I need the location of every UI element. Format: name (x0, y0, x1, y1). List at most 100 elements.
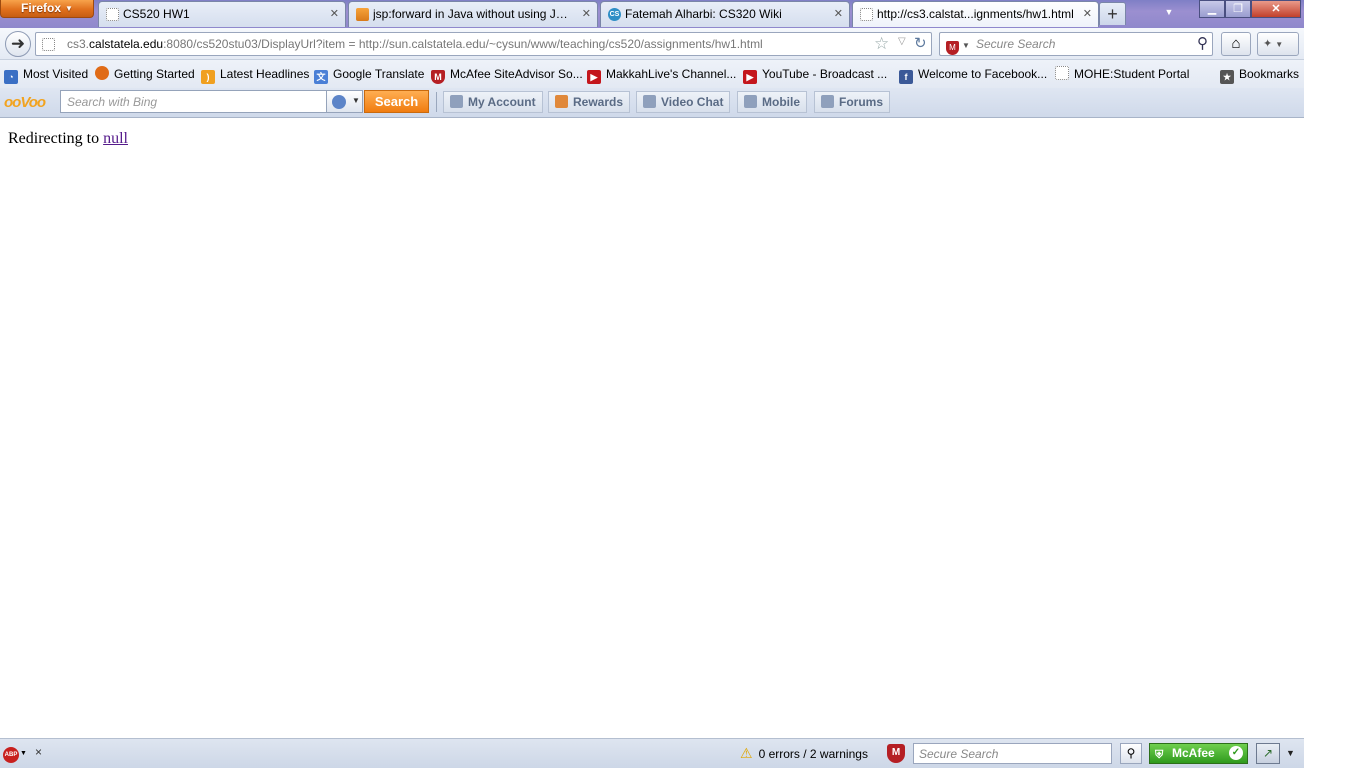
list-all-tabs-icon[interactable]: ▼ (1160, 4, 1178, 20)
status-search-input[interactable]: Secure Search (913, 743, 1112, 764)
search-provider-button[interactable]: ▼ (327, 90, 363, 113)
search-bar[interactable]: M ▼ Secure Search ⚲ (939, 32, 1213, 56)
bookmarks-toolbar: ◔ Most Visited Getting Started ) Latest He… (0, 60, 1304, 88)
share-button[interactable]: ↗ (1256, 743, 1280, 764)
minimize-button[interactable]: ▁ (1199, 0, 1225, 18)
tab-title: Fatemah Alharbi: CS320 Wiki (625, 7, 782, 21)
bookmarks-menu-button[interactable]: ★ Bookmarks (1220, 66, 1299, 84)
bing-search-button[interactable]: Search (364, 90, 429, 113)
chevron-down-icon: ▼ (1275, 40, 1284, 49)
translate-icon: 文 (314, 70, 328, 84)
bookmark-label: Most Visited (23, 67, 89, 81)
blank-page-icon (1055, 66, 1069, 80)
my-account-button[interactable]: My Account (443, 91, 543, 113)
url-path: :8080/cs520stu03/DisplayUrl?item = http:… (163, 37, 763, 51)
restore-button[interactable]: ❐ (1225, 0, 1251, 18)
history-dropdown-icon[interactable]: ▽ (898, 36, 906, 47)
status-search-button[interactable]: ⚲ (1120, 743, 1142, 764)
new-tab-button[interactable]: + (1099, 2, 1126, 25)
account-icon (450, 95, 463, 108)
bookmark-getting-started[interactable]: Getting Started (95, 66, 195, 82)
redirect-link[interactable]: null (103, 130, 128, 147)
tab-cs320-wiki[interactable]: CS Fatemah Alharbi: CS320 Wiki ✕ (600, 1, 850, 27)
error-console-status[interactable]: ⚠ 0 errors / 2 warnings (740, 745, 868, 762)
search-placeholder: Secure Search (976, 37, 1056, 51)
mcafee-shield-icon[interactable]: M (887, 744, 905, 763)
tab-title: jsp:forward in Java without using JSP ..… (373, 7, 575, 21)
url-text[interactable]: cs3.calstatela.edu:8080/cs520stu03/Displ… (67, 37, 763, 51)
rewards-button[interactable]: Rewards (548, 91, 631, 113)
close-tab-icon[interactable]: ✕ (834, 2, 843, 26)
cs-wiki-icon: CS (608, 8, 621, 21)
youtube-icon: ▶ (587, 70, 601, 84)
bookmark-youtube-broadcast[interactable]: ▶ YouTube - Broadcast ... (743, 66, 888, 84)
bookmark-mohe-portal[interactable]: MOHE:Student Portal (1055, 66, 1189, 82)
mcafee-icon: M (431, 70, 445, 84)
search-engine-selector[interactable]: M ▼ (946, 37, 970, 55)
tab-hw1-active[interactable]: http://cs3.calstat...ignments/hw1.html ✕ (852, 1, 1099, 27)
search-icon[interactable]: ⚲ (1197, 34, 1208, 52)
blank-page-icon (106, 8, 119, 21)
close-window-button[interactable]: ✕ (1251, 0, 1301, 18)
share-icon: ↗ (1262, 746, 1274, 760)
status-bar: ABP ▼ × ⚠ 0 errors / 2 warnings M Secure … (0, 738, 1304, 768)
tab-cs520-hw1[interactable]: CS520 HW1 ✕ (98, 1, 346, 27)
site-identity-icon[interactable] (42, 38, 55, 51)
bookmark-label: MakkahLive's Channel... (606, 67, 737, 81)
restore-icon: ❐ (1233, 3, 1243, 15)
tab-title: CS520 HW1 (123, 7, 190, 21)
addon-icon: ✦ (1263, 38, 1273, 50)
bookmark-facebook[interactable]: f Welcome to Facebook... (899, 66, 1047, 84)
mcafee-shield-icon: ⛨ (1155, 749, 1164, 761)
oovoo-toolbar: ooVoo Search with Bing ▼ Search My Accou… (0, 88, 1304, 118)
bookmark-label: Google Translate (333, 67, 425, 81)
stackoverflow-icon (356, 8, 369, 21)
bookmark-google-translate[interactable]: 文 Google Translate (314, 66, 425, 84)
bookmark-label: Getting Started (114, 67, 195, 81)
back-button[interactable]: ➜ (5, 31, 31, 57)
oovoo-logo[interactable]: ooVoo (4, 94, 46, 111)
minimize-icon: ▁ (1207, 3, 1217, 15)
forums-button[interactable]: Forums (814, 91, 891, 113)
plus-icon: + (1107, 4, 1118, 24)
bookmark-mcafee-siteadvisor[interactable]: M McAfee SiteAdvisor So... (431, 66, 583, 84)
chevron-down-icon: ▼ (352, 96, 360, 105)
tab-jsp-forward[interactable]: jsp:forward in Java without using JSP ..… (348, 1, 598, 27)
gift-icon (555, 95, 568, 108)
mcafee-status-button[interactable]: ⛨ McAfee ✓ (1149, 743, 1248, 764)
bing-search-input[interactable]: Search with Bing (60, 90, 327, 113)
checkmark-icon: ✓ (1229, 746, 1243, 760)
close-tab-icon[interactable]: ✕ (582, 2, 591, 26)
close-tab-icon[interactable]: ✕ (1083, 2, 1092, 26)
chevron-down-icon[interactable]: ▼ (20, 750, 27, 757)
bookmark-most-visited[interactable]: ◔ Most Visited (4, 66, 89, 84)
chevron-down-icon: ▼ (962, 41, 970, 50)
bookmark-latest-headlines[interactable]: ) Latest Headlines (201, 66, 309, 84)
bookmark-label: YouTube - Broadcast ... (762, 67, 888, 81)
close-icon: ✕ (1271, 3, 1281, 15)
mobile-icon (744, 95, 757, 108)
close-addon-bar-icon[interactable]: × (35, 745, 42, 759)
chevron-down-icon: ▼ (65, 4, 73, 13)
adblock-plus-icon[interactable]: ABP (3, 747, 19, 763)
video-chat-button[interactable]: Video Chat (636, 91, 731, 113)
browser-window: Firefox ▼ CS520 HW1 ✕ jsp:forward in Java… (0, 0, 1304, 768)
button-label: My Account (468, 95, 536, 109)
chevron-down-icon[interactable]: ▼ (1286, 748, 1295, 758)
reload-icon[interactable]: ↻ (914, 34, 927, 52)
page-content: Redirecting to null (0, 118, 1304, 738)
tab-bar: Firefox ▼ CS520 HW1 ✕ jsp:forward in Java… (0, 0, 1304, 28)
firefox-menu-button[interactable]: Firefox ▼ (0, 0, 94, 18)
bookmark-makkahlive[interactable]: ▶ MakkahLive's Channel... (587, 66, 737, 84)
search-icon: ⚲ (1126, 746, 1136, 760)
home-icon: ⌂ (1231, 35, 1241, 52)
button-label: Video Chat (661, 95, 724, 109)
most-visited-icon: ◔ (4, 70, 18, 84)
close-tab-icon[interactable]: ✕ (330, 2, 339, 26)
button-label: Rewards (573, 95, 624, 109)
addon-button[interactable]: ✦ ▼ (1257, 32, 1299, 56)
bookmark-star-icon[interactable]: ☆ (874, 34, 889, 54)
mobile-button[interactable]: Mobile (737, 91, 807, 113)
home-button[interactable]: ⌂ (1221, 32, 1251, 56)
url-bar[interactable]: cs3.calstatela.edu:8080/cs520stu03/Displ… (35, 32, 932, 56)
